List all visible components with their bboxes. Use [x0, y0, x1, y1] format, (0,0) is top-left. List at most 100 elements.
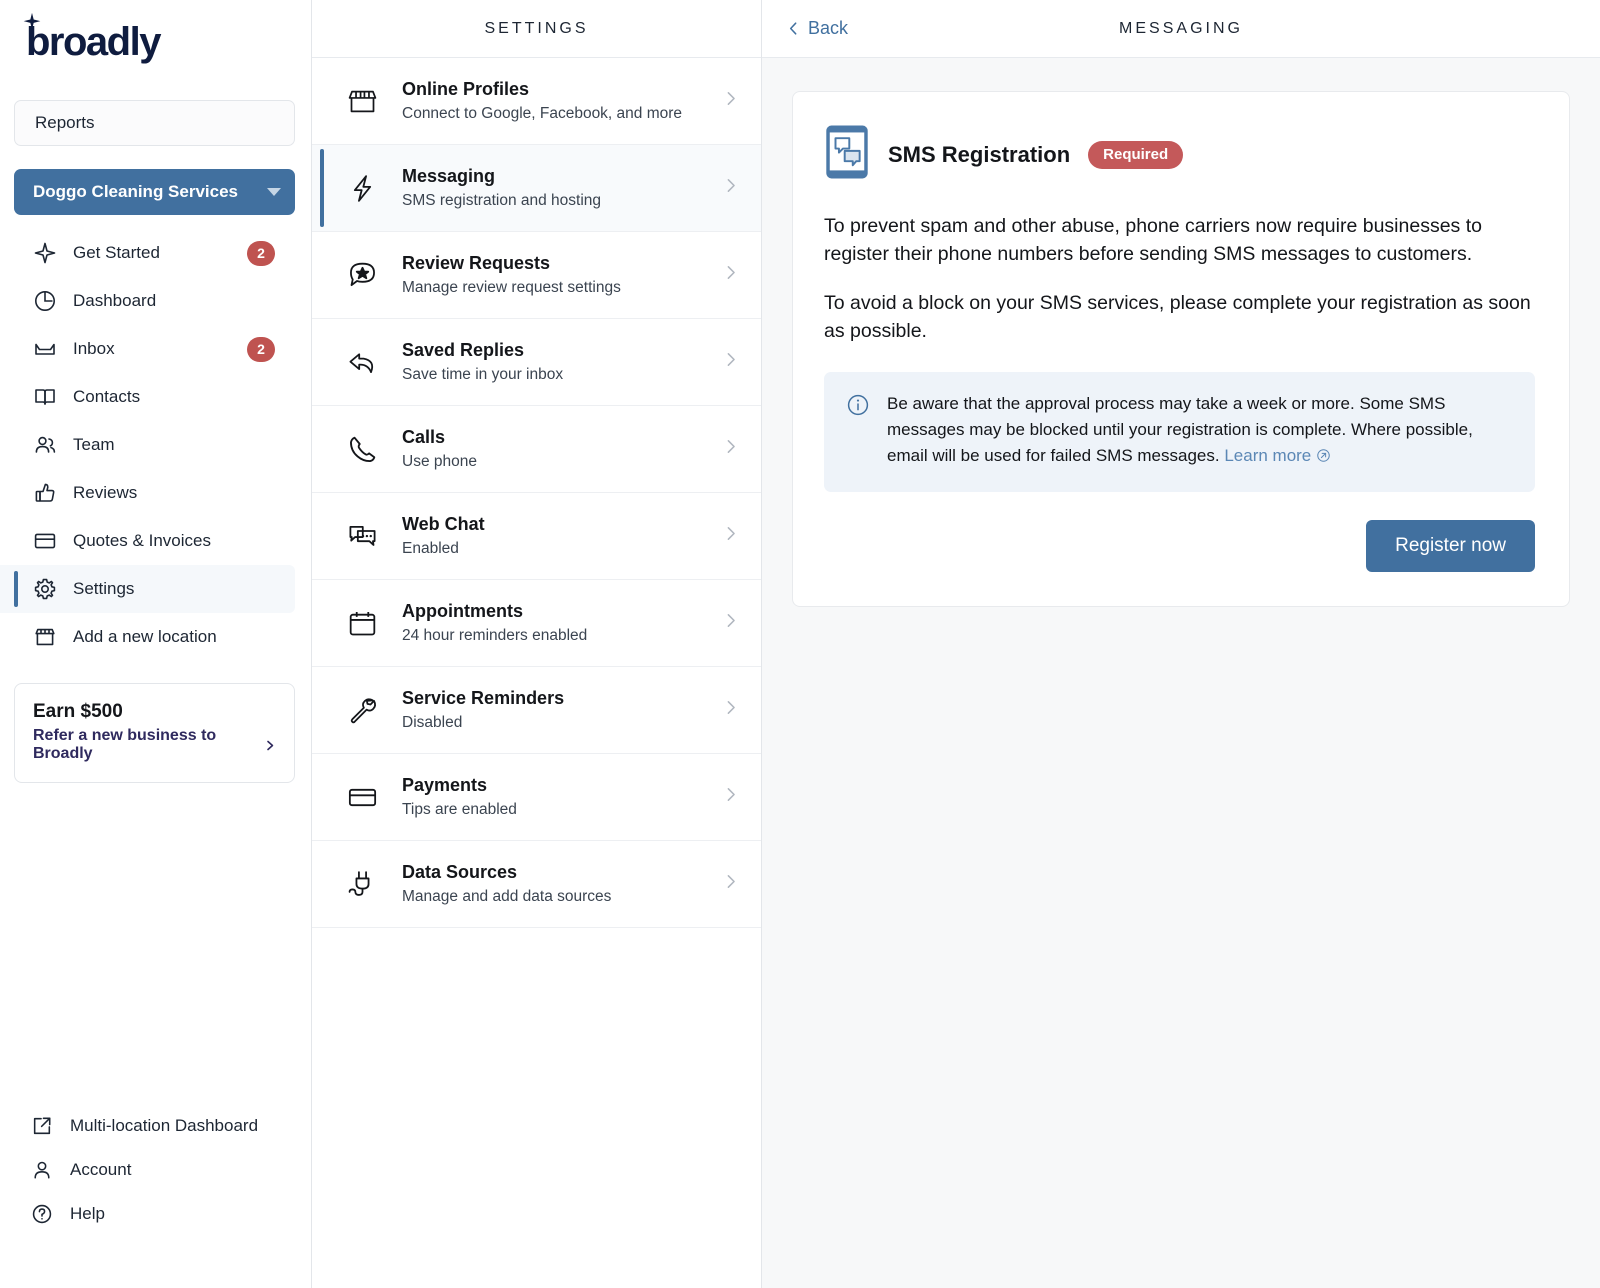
card-paragraph-2: To avoid a block on your SMS services, p…: [824, 292, 1531, 343]
notice-text: Be aware that the approval process may t…: [887, 393, 1473, 466]
phone-icon: [345, 433, 379, 466]
settings-item-data-sources[interactable]: Data Sources Manage and add data sources: [312, 841, 761, 928]
brand-logo[interactable]: broadly: [0, 0, 311, 96]
settings-item-saved-replies[interactable]: Saved Replies Save time in your inbox: [312, 319, 761, 406]
settings-item-payments[interactable]: Payments Tips are enabled: [312, 754, 761, 841]
back-button[interactable]: Back: [786, 18, 848, 39]
info-notice: Be aware that the approval process may t…: [824, 371, 1535, 492]
chat-bubbles-icon: [345, 520, 379, 553]
status-badge: 2: [247, 336, 275, 362]
sidebar-item-quotes-invoices[interactable]: Quotes & Invoices: [0, 517, 295, 565]
sidebar-item-help[interactable]: Help: [0, 1192, 311, 1236]
chevron-right-icon: [722, 786, 739, 808]
promo-link[interactable]: Refer a new business to Broadly: [33, 727, 276, 763]
settings-item-subtitle: 24 hour reminders enabled: [402, 626, 588, 644]
settings-item-title: Data Sources: [402, 861, 518, 882]
sidebar-item-account[interactable]: Account: [0, 1148, 311, 1192]
settings-item-appointments[interactable]: Appointments 24 hour reminders enabled: [312, 580, 761, 667]
plug-icon: [345, 868, 379, 901]
inbox-icon: [32, 336, 58, 362]
chevron-right-icon: [722, 873, 739, 895]
settings-item-service-reminders[interactable]: Service Reminders Disabled: [312, 667, 761, 754]
settings-item-title: Messaging: [402, 165, 496, 186]
settings-item-messaging[interactable]: Messaging SMS registration and hosting: [312, 145, 761, 232]
user-icon: [30, 1158, 54, 1182]
chevron-right-icon: [722, 438, 739, 460]
main-header: Back MESSAGING: [762, 0, 1600, 58]
settings-item-title: Online Profiles: [402, 78, 530, 99]
sidebar-item-add-location[interactable]: Add a new location: [0, 613, 295, 661]
sidebar-item-get-started[interactable]: Get Started 2: [0, 229, 295, 277]
card-paragraph-1: To prevent spam and other abuse, phone c…: [824, 215, 1482, 265]
location-selector[interactable]: Doggo Cleaning Services: [14, 169, 295, 215]
notice-text-block: Be aware that the approval process may t…: [887, 391, 1513, 470]
page-title: MESSAGING: [1119, 19, 1243, 37]
referral-promo-card[interactable]: Earn $500 Refer a new business to Broadl…: [14, 683, 295, 783]
info-circle-icon: [846, 393, 870, 470]
settings-item-subtitle: Tips are enabled: [402, 800, 517, 818]
learn-more-label: Learn more: [1224, 446, 1312, 466]
sidebar-item-label: Settings: [73, 579, 135, 598]
status-badge: Required: [1088, 140, 1184, 169]
settings-item-subtitle: Enabled: [402, 539, 459, 557]
chevron-right-icon: [722, 264, 739, 286]
lightning-bolt-icon: [345, 172, 379, 205]
chevron-down-icon: [267, 188, 281, 196]
sidebar-item-label: Get Started: [73, 243, 160, 262]
settings-item-subtitle: Disabled: [402, 713, 463, 731]
settings-header-title: SETTINGS: [484, 19, 589, 37]
promo-link-label: Refer a new business to Broadly: [33, 727, 217, 762]
sidebar-item-inbox[interactable]: Inbox 2: [0, 325, 295, 373]
sidebar: broadly Reports Doggo Cleaning Services …: [0, 0, 312, 1288]
settings-item-review-requests[interactable]: Review Requests Manage review request se…: [312, 232, 761, 319]
phone-sms-icon-svg: [826, 125, 868, 179]
settings-list: Online Profiles Connect to Google, Faceb…: [312, 58, 761, 1288]
sidebar-item-reviews[interactable]: Reviews: [0, 469, 295, 517]
sidebar-item-label: Multi-location Dashboard: [70, 1116, 259, 1135]
storefront-icon: [345, 85, 379, 118]
gear-icon: [32, 576, 58, 602]
register-now-button[interactable]: Register now: [1366, 519, 1535, 572]
settings-item-title: Payments: [402, 774, 488, 795]
external-link-circle-icon: [1317, 449, 1330, 463]
sidebar-item-label: Account: [70, 1160, 132, 1179]
sparkle-icon: [32, 240, 58, 266]
settings-item-subtitle: Save time in your inbox: [402, 365, 564, 383]
thumbs-up-icon: [32, 480, 58, 506]
chevron-right-icon: [722, 612, 739, 634]
settings-item-title: Web Chat: [402, 513, 485, 534]
book-icon: [32, 384, 58, 410]
pie-chart-icon: [32, 288, 58, 314]
sidebar-item-label: Inbox: [73, 339, 115, 358]
settings-item-online-profiles[interactable]: Online Profiles Connect to Google, Faceb…: [312, 58, 761, 145]
sidebar-item-contacts[interactable]: Contacts: [0, 373, 295, 421]
settings-item-title: Appointments: [402, 600, 523, 621]
settings-item-title: Review Requests: [402, 252, 551, 273]
reports-button[interactable]: Reports: [14, 100, 295, 146]
card-actions: Register now: [824, 519, 1535, 572]
sidebar-item-multi-location-dashboard[interactable]: Multi-location Dashboard: [0, 1104, 311, 1148]
settings-column: SETTINGS Online Profiles Connect to Goog…: [312, 0, 762, 1288]
sidebar-item-dashboard[interactable]: Dashboard: [0, 277, 295, 325]
chevron-left-icon: [789, 22, 797, 35]
primary-nav: Get Started 2 Dashboard Inbox 2 Contacts…: [0, 229, 311, 661]
secondary-nav: Multi-location Dashboard Account Help: [0, 1104, 311, 1236]
sidebar-item-settings[interactable]: Settings: [0, 565, 295, 613]
sidebar-item-team[interactable]: Team: [0, 421, 295, 469]
settings-item-calls[interactable]: Calls Use phone: [312, 406, 761, 493]
back-label: Back: [808, 18, 849, 38]
sidebar-item-label: Contacts: [73, 387, 141, 406]
credit-card-icon: [345, 781, 379, 814]
chevron-right-icon: [267, 740, 274, 750]
chevron-right-icon: [722, 90, 739, 112]
question-circle-icon: [30, 1202, 54, 1226]
settings-item-web-chat[interactable]: Web Chat Enabled: [312, 493, 761, 580]
settings-item-subtitle: SMS registration and hosting: [402, 191, 602, 209]
settings-item-title: Service Reminders: [402, 687, 565, 708]
storefront-icon: [32, 624, 58, 650]
sidebar-item-label: Help: [70, 1204, 105, 1223]
card-header: SMS Registration Required: [824, 123, 1535, 186]
settings-item-subtitle: Connect to Google, Facebook, and more: [402, 104, 683, 122]
learn-more-link[interactable]: Learn more: [1224, 446, 1331, 465]
sparkle-icon: [23, 12, 41, 30]
